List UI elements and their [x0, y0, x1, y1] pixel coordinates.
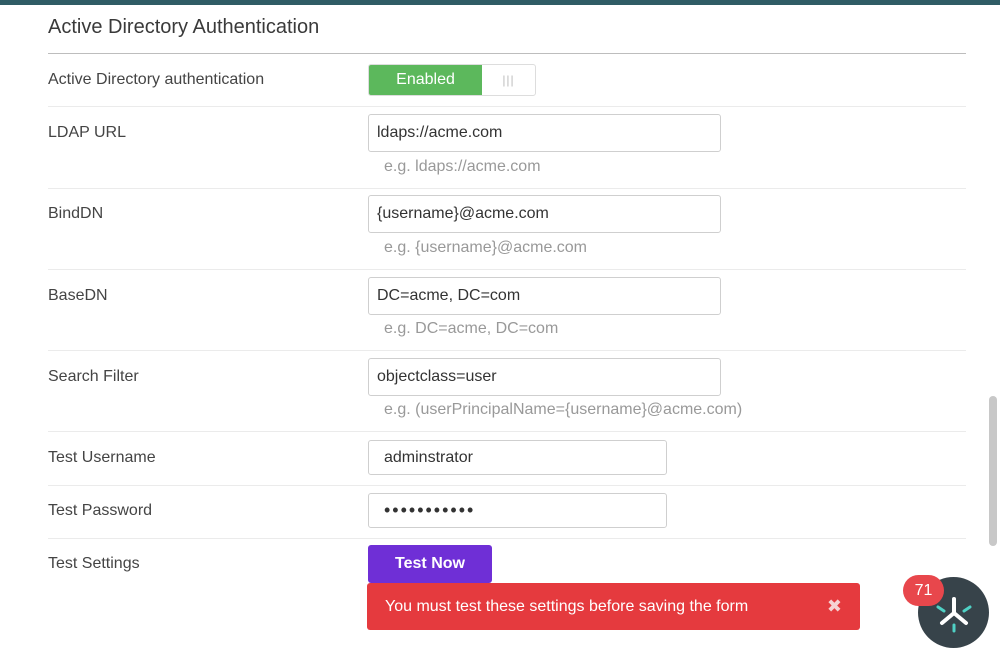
test-password-input[interactable] [368, 493, 667, 528]
row-divider [48, 269, 966, 270]
search-filter-label: Search Filter [48, 368, 139, 385]
bind-dn-hint: e.g. {username}@acme.com [384, 239, 588, 256]
row-divider [48, 106, 966, 107]
ad-auth-toggle[interactable]: Enabled ||| [368, 64, 536, 96]
top-accent-bar [0, 0, 1000, 5]
ldap-url-label: LDAP URL [48, 124, 126, 141]
section-title: Active Directory Authentication [48, 16, 320, 38]
row-divider [48, 485, 966, 486]
ad-auth-label: Active Directory authentication [48, 71, 265, 88]
bind-dn-label: BindDN [48, 205, 104, 222]
ldap-url-hint: e.g. ldaps://acme.com [384, 158, 541, 175]
base-dn-label: BaseDN [48, 287, 108, 304]
ldap-url-input[interactable] [368, 114, 721, 152]
row-divider [48, 188, 966, 189]
scrollbar-thumb[interactable] [989, 396, 997, 546]
test-username-input[interactable] [368, 440, 667, 475]
section-divider [48, 53, 966, 54]
base-dn-input[interactable] [368, 277, 721, 315]
close-icon[interactable]: ✖ [827, 596, 842, 617]
bind-dn-input[interactable] [368, 195, 721, 233]
test-password-label: Test Password [48, 502, 153, 519]
base-dn-hint: e.g. DC=acme, DC=com [384, 320, 559, 337]
search-filter-input[interactable] [368, 358, 721, 396]
row-divider [48, 350, 966, 351]
alert-message: You must test these settings before savi… [385, 597, 749, 615]
validation-alert: You must test these settings before savi… [367, 583, 860, 630]
row-divider [48, 431, 966, 432]
search-filter-hint: e.g. (userPrincipalName={username}@acme.… [384, 401, 743, 418]
test-username-label: Test Username [48, 449, 156, 466]
toggle-grip-icon[interactable]: ||| [482, 65, 535, 95]
row-divider [48, 538, 966, 539]
notification-badge: 71 [903, 575, 944, 606]
toggle-enabled-state: Enabled [369, 65, 482, 95]
test-settings-label: Test Settings [48, 555, 140, 572]
test-now-button[interactable]: Test Now [368, 545, 492, 583]
